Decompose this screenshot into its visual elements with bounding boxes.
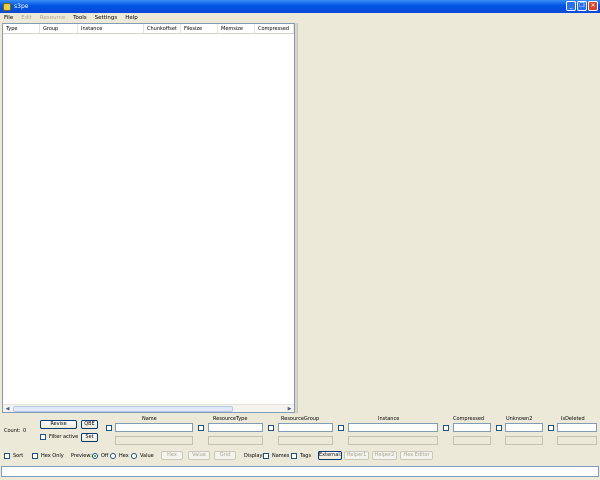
helper1-button[interactable]: Helper1 bbox=[344, 451, 369, 460]
menu-settings[interactable]: Settings bbox=[91, 15, 122, 21]
qbe-button[interactable]: QBE bbox=[81, 420, 98, 429]
isdeleted-value-field bbox=[557, 436, 597, 445]
resourcegroup-field-label: ResourceGroup bbox=[281, 416, 320, 422]
name-filter-checkbox[interactable] bbox=[106, 425, 112, 431]
preview-hex-radio[interactable] bbox=[110, 453, 116, 459]
horizontal-scrollbar[interactable]: ◀ ▶ bbox=[3, 404, 294, 412]
menu-tools[interactable]: Tools bbox=[69, 15, 91, 21]
status-bar bbox=[1, 466, 599, 477]
preview-off-label: Off bbox=[101, 453, 109, 459]
app-icon bbox=[3, 2, 11, 11]
instance-filter-input[interactable] bbox=[348, 423, 438, 432]
revise-button[interactable]: Revise bbox=[40, 420, 77, 429]
count-value: 0 bbox=[23, 428, 27, 434]
isdeleted-filter-checkbox[interactable] bbox=[548, 425, 554, 431]
names-label: Names bbox=[272, 453, 290, 459]
resourcetype-filter-input[interactable] bbox=[208, 423, 263, 432]
filter-active-label: Filter active bbox=[49, 434, 79, 440]
preview-hex-label: Hex bbox=[119, 453, 129, 459]
name-value-field bbox=[115, 436, 193, 445]
external-button[interactable]: External: bbox=[318, 451, 342, 460]
compressed-filter-input[interactable] bbox=[453, 423, 491, 432]
resource-list[interactable]: Type Group Instance Chunkoffset Filesize… bbox=[2, 23, 295, 413]
column-instance[interactable]: Instance bbox=[78, 24, 144, 33]
menu-file[interactable]: File bbox=[0, 15, 17, 21]
count-label: Count: bbox=[4, 428, 21, 434]
unknown2-field-label: Unknown2 bbox=[506, 416, 533, 422]
close-button[interactable]: ✕ bbox=[588, 1, 598, 11]
menu-bar: File Edit Resource Tools Settings Help bbox=[0, 13, 600, 23]
scroll-left-icon[interactable]: ◀ bbox=[3, 405, 12, 413]
preview-label: Preview: bbox=[71, 453, 92, 459]
hex-only-label: Hex Only bbox=[41, 453, 64, 459]
instance-field-label: Instance bbox=[378, 416, 400, 422]
scroll-thumb[interactable] bbox=[13, 406, 233, 412]
tags-checkbox[interactable] bbox=[291, 453, 297, 459]
column-chunkoffset[interactable]: Chunkoffset bbox=[144, 24, 181, 33]
resourcegroup-filter-input[interactable] bbox=[278, 423, 333, 432]
hex-button[interactable]: Hex bbox=[161, 451, 183, 460]
preview-value-radio[interactable] bbox=[131, 453, 137, 459]
resourcetype-filter-checkbox[interactable] bbox=[198, 425, 204, 431]
isdeleted-filter-input[interactable] bbox=[557, 423, 597, 432]
tags-label: Tags bbox=[300, 453, 312, 459]
preview-pane bbox=[297, 23, 600, 413]
column-filesize[interactable]: Filesize bbox=[181, 24, 218, 33]
title-bar: s3pe _ ❐ ✕ bbox=[0, 0, 600, 13]
column-group[interactable]: Group bbox=[40, 24, 78, 33]
menu-help[interactable]: Help bbox=[121, 15, 142, 21]
column-type[interactable]: Type bbox=[3, 24, 40, 33]
preview-off-radio[interactable] bbox=[92, 453, 98, 459]
name-field-label: Name bbox=[142, 416, 157, 422]
isdeleted-field-label: IsDeleted bbox=[561, 416, 585, 422]
column-memsize[interactable]: Memsize bbox=[218, 24, 255, 33]
column-compressed[interactable]: Compressed bbox=[255, 24, 294, 33]
compressed-field-label: Compressed bbox=[453, 416, 485, 422]
names-checkbox[interactable] bbox=[263, 453, 269, 459]
resourcetype-field-label: ResourceType bbox=[213, 416, 248, 422]
list-header: Type Group Instance Chunkoffset Filesize… bbox=[3, 24, 294, 34]
menu-resource[interactable]: Resource bbox=[36, 15, 69, 21]
sort-label: Sort bbox=[13, 453, 24, 459]
minimize-button[interactable]: _ bbox=[566, 1, 576, 11]
hex-only-checkbox[interactable] bbox=[32, 453, 38, 459]
preview-value-label: Value bbox=[140, 453, 154, 459]
compressed-value-field bbox=[453, 436, 491, 445]
hex-editor-button[interactable]: Hex Editor bbox=[400, 451, 433, 460]
resourcegroup-filter-checkbox[interactable] bbox=[268, 425, 274, 431]
unknown2-value-field bbox=[505, 436, 543, 445]
sort-checkbox[interactable] bbox=[4, 453, 10, 459]
filter-panel: Count: 0 Revise QBE Filter active Set Na… bbox=[0, 413, 600, 467]
display-label: Display: bbox=[244, 453, 264, 459]
window-title: s3pe bbox=[14, 3, 29, 10]
resourcetype-value-field bbox=[208, 436, 263, 445]
filter-active-checkbox[interactable] bbox=[40, 434, 46, 440]
unknown2-filter-checkbox[interactable] bbox=[496, 425, 502, 431]
restore-button[interactable]: ❐ bbox=[577, 1, 587, 11]
compressed-filter-checkbox[interactable] bbox=[443, 425, 449, 431]
resourcegroup-value-field bbox=[278, 436, 333, 445]
scroll-right-icon[interactable]: ▶ bbox=[285, 405, 294, 413]
grid-button[interactable]: Grid bbox=[214, 451, 236, 460]
set-button[interactable]: Set bbox=[81, 433, 98, 442]
instance-filter-checkbox[interactable] bbox=[338, 425, 344, 431]
instance-value-field bbox=[348, 436, 438, 445]
menu-edit[interactable]: Edit bbox=[17, 15, 36, 21]
value-button[interactable]: Value bbox=[188, 451, 210, 460]
unknown2-filter-input[interactable] bbox=[505, 423, 543, 432]
helper2-button[interactable]: Helper2 bbox=[372, 451, 397, 460]
name-filter-input[interactable] bbox=[115, 423, 193, 432]
